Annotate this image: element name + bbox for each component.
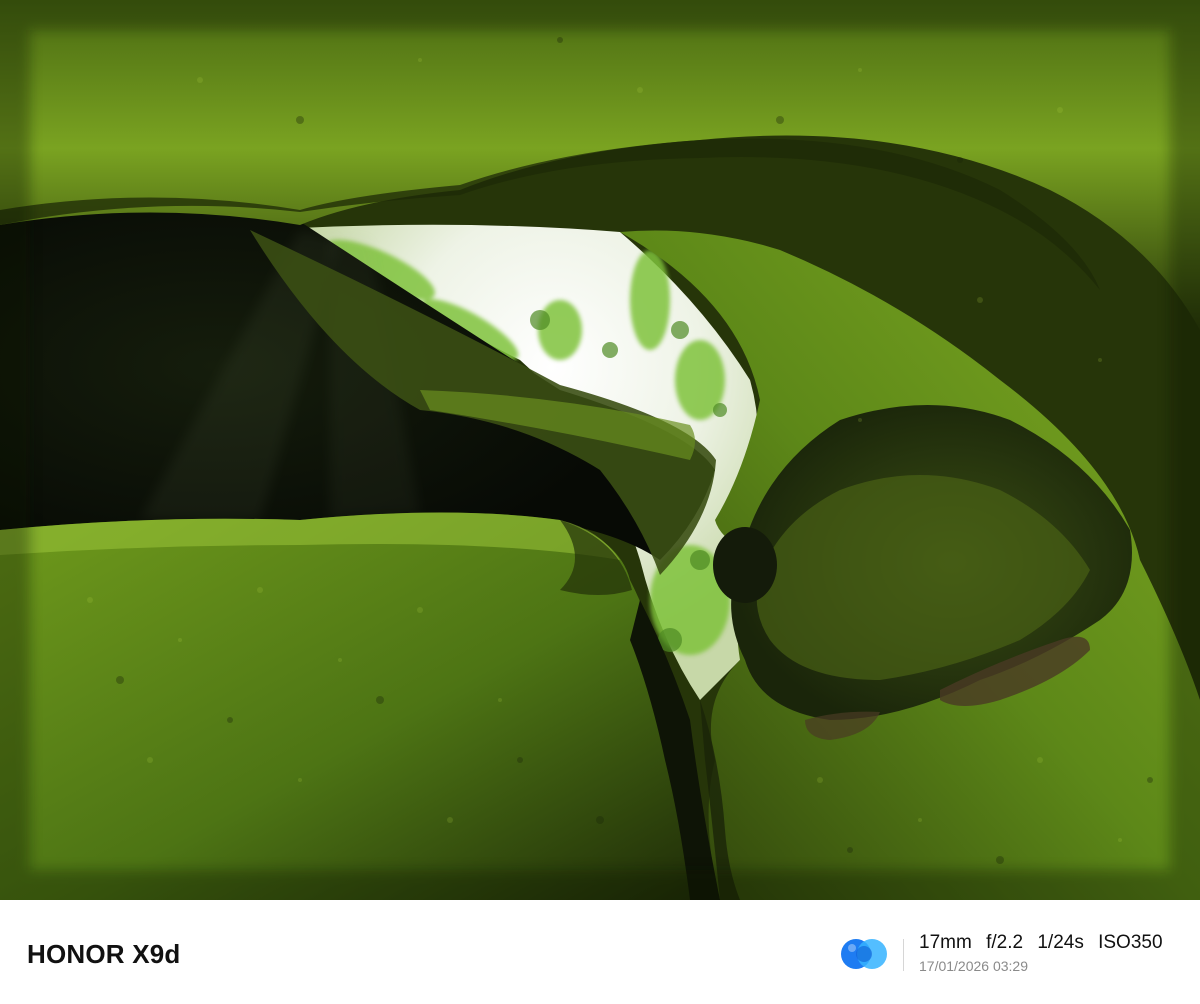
- shutter-speed: 1/24s: [1037, 932, 1084, 953]
- cave-photo: [0, 0, 1200, 900]
- moss-cave-illustration: [0, 0, 1200, 900]
- exif-specs: 17mm f/2.2 1/24s ISO350: [919, 932, 1163, 954]
- aperture: f/2.2: [986, 932, 1024, 953]
- footer-divider: [903, 939, 904, 971]
- device-brand: HONOR X9d: [27, 939, 181, 969]
- honor-camera-logo-icon: [841, 939, 887, 969]
- focal-length: 17mm: [919, 932, 972, 953]
- capture-datetime: 17/01/2026 03:29: [919, 958, 1028, 974]
- iso-value: ISO350: [1098, 932, 1163, 953]
